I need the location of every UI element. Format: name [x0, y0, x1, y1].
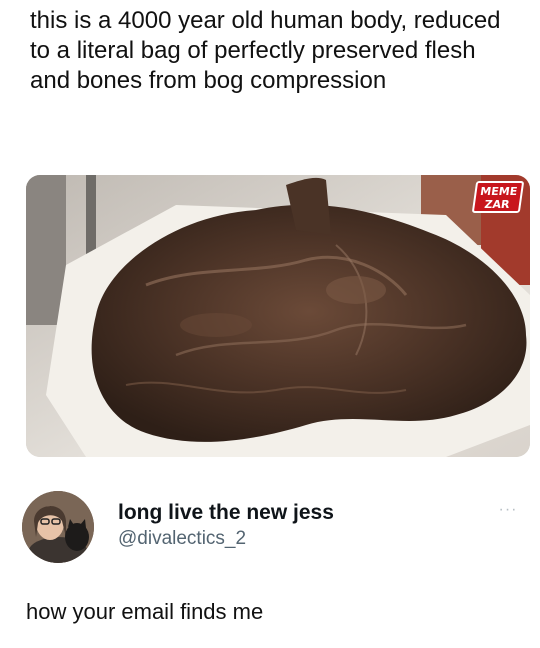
- post-image[interactable]: MEME ZAR: [26, 175, 530, 457]
- avatar[interactable]: [22, 491, 94, 563]
- user-handle[interactable]: @divalectics_2: [118, 528, 246, 550]
- display-name[interactable]: long live the new jess: [118, 501, 334, 525]
- reply-author: long live the new jess @divalectics_2 ··…: [18, 487, 522, 567]
- more-options-icon[interactable]: ···: [494, 501, 522, 521]
- avatar-photo: [22, 491, 94, 563]
- reply-text: how your email finds me: [26, 599, 264, 624]
- memezar-watermark: MEME ZAR: [471, 181, 525, 213]
- watermark-line2: ZAR: [483, 198, 511, 211]
- bog-body-photo: [26, 175, 530, 457]
- watermark-line1: MEME: [479, 185, 519, 198]
- post-text: this is a 4000 year old human body, redu…: [30, 7, 501, 94]
